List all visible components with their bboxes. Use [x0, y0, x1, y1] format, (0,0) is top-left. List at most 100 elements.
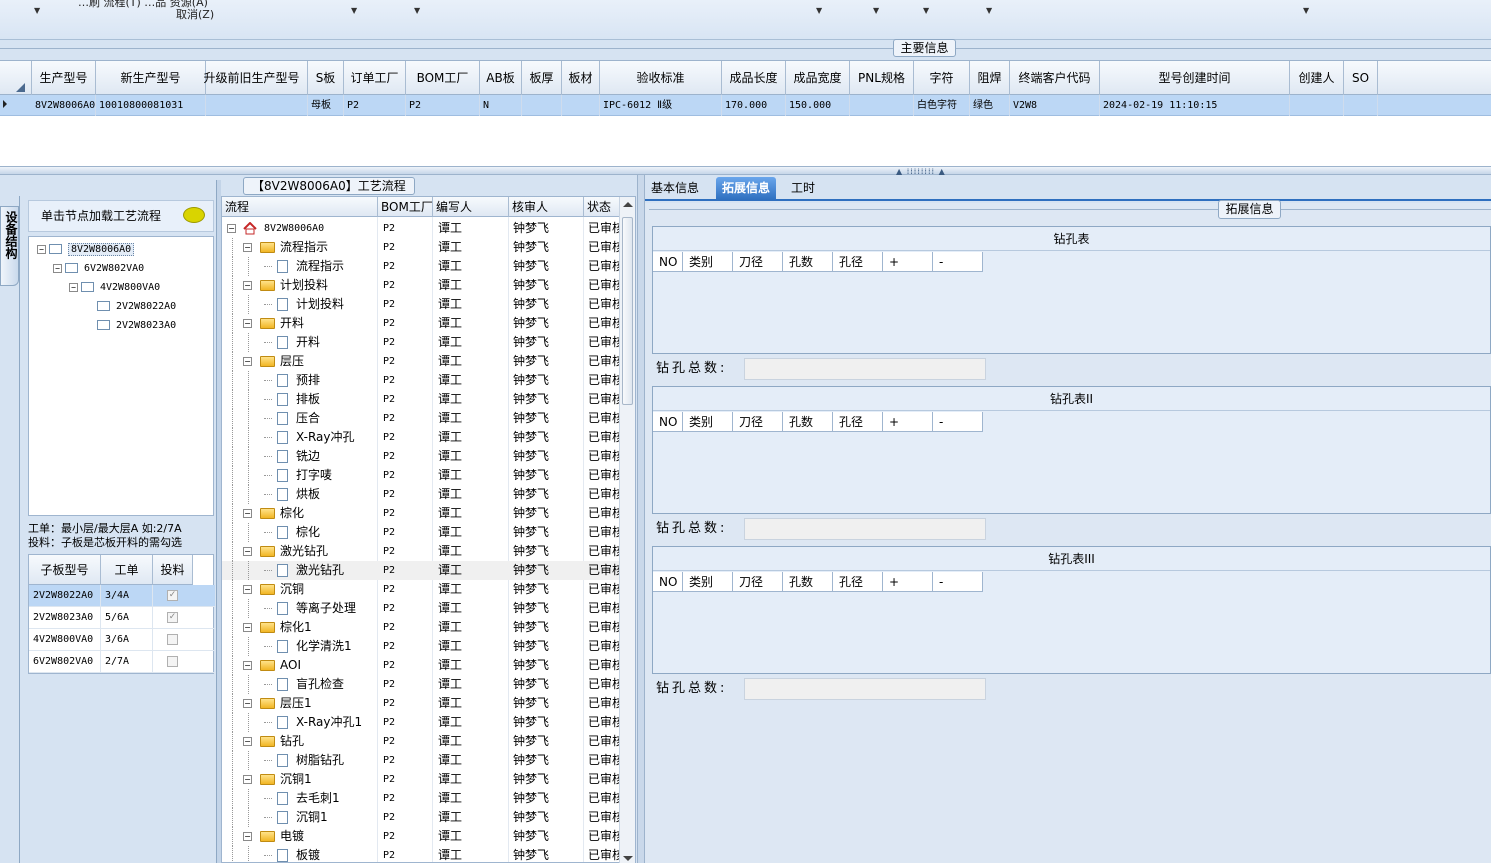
col-header[interactable]: 编写人 [433, 197, 509, 217]
tree-node[interactable]: 2V2W8022A0 [97, 298, 176, 316]
col-header[interactable]: AB板 [480, 61, 522, 95]
grid-cell[interactable] [196, 95, 308, 116]
col-header[interactable]: 型号创建时间 [1100, 61, 1290, 95]
col-header[interactable]: 核审人 [509, 197, 584, 217]
grid-cell[interactable]: 170.000 [722, 95, 786, 116]
flow-scrollbar[interactable] [619, 197, 635, 863]
grid-cell[interactable] [1290, 95, 1344, 116]
horizontal-splitter[interactable]: ▲ ⁞⁞⁞⁞⁞⁞⁞⁞ ▲ [0, 166, 1491, 176]
dropdown-arrow-icon[interactable]: ▼ [414, 6, 420, 15]
flow-tree-row[interactable]: 激光钻孔 P2 谭工 钟梦飞 已审核 [222, 561, 622, 580]
collapse-icon[interactable]: − [243, 832, 252, 841]
flow-tree-row[interactable]: − 计划投料 P2 谭工 钟梦飞 已审核 [222, 276, 622, 295]
tab-work-hours[interactable]: 工时 [785, 177, 821, 200]
col-header[interactable]: 板材 [562, 61, 600, 95]
add-row-button[interactable]: + [883, 572, 933, 592]
col-header[interactable]: 工单 [101, 555, 153, 585]
col-header[interactable]: 成品长度 [722, 61, 786, 95]
grid-cell[interactable]: P2 [344, 95, 406, 116]
feed-checkbox[interactable] [167, 634, 178, 645]
col-header[interactable]: 验收标准 [600, 61, 722, 95]
flow-tree-row[interactable]: − 沉铜 P2 谭工 钟梦飞 已审核 [222, 580, 622, 599]
flow-tree-row[interactable]: 铣边 P2 谭工 钟梦飞 已审核 [222, 447, 622, 466]
dropdown-arrow-icon[interactable]: ▼ [1303, 6, 1309, 15]
flow-tree-row[interactable]: 打字唛 P2 谭工 钟梦飞 已审核 [222, 466, 622, 485]
grid-cell[interactable] [522, 95, 562, 116]
flow-tree-row[interactable]: − 开料 P2 谭工 钟梦飞 已审核 [222, 314, 622, 333]
flow-tree-row[interactable]: 化学清洗1 P2 谭工 钟梦飞 已审核 [222, 637, 622, 656]
flow-tree-row[interactable]: − 层压 P2 谭工 钟梦飞 已审核 [222, 352, 622, 371]
tab-device-structure[interactable]: 设备结构 [0, 206, 19, 286]
grid-cell[interactable]: V2W8 [1010, 95, 1100, 116]
dropdown-arrow-icon[interactable]: ▼ [873, 6, 879, 15]
flow-tree-row[interactable]: − 流程指示 P2 谭工 钟梦飞 已审核 [222, 238, 622, 257]
flow-tree-row[interactable]: 盲孔检查 P2 谭工 钟梦飞 已审核 [222, 675, 622, 694]
grid-cell[interactable]: N [480, 95, 522, 116]
flow-tree-row[interactable]: − 沉铜1 P2 谭工 钟梦飞 已审核 [222, 770, 622, 789]
grid-cell[interactable] [850, 95, 914, 116]
collapse-icon[interactable]: − [243, 547, 252, 556]
flow-tree-row[interactable]: 流程指示 P2 谭工 钟梦飞 已审核 [222, 257, 622, 276]
collapse-icon[interactable]: − [243, 243, 252, 252]
flow-tree-row[interactable]: X-Ray冲孔1 P2 谭工 钟梦飞 已审核 [222, 713, 622, 732]
drill-total-field[interactable] [744, 678, 986, 700]
col-header[interactable]: 生产型号 [32, 61, 96, 95]
flow-tree-row[interactable]: 去毛刺1 P2 谭工 钟梦飞 已审核 [222, 789, 622, 808]
col-header[interactable]: 状态 [584, 197, 624, 217]
tree-node[interactable]: −4V2W800VA0 [69, 279, 160, 297]
drill-total-field[interactable] [744, 358, 986, 380]
flow-tree-row[interactable]: − 棕化1 P2 谭工 钟梦飞 已审核 [222, 618, 622, 637]
collapse-icon[interactable]: − [243, 699, 252, 708]
cancel-menu-item[interactable]: 取消(Z) [176, 6, 214, 22]
col-header[interactable]: BOM工厂 [406, 61, 480, 95]
grid-cell[interactable]: IPC-6012 Ⅱ级 [600, 95, 722, 116]
table-row[interactable]: 6V2W802VA0 2/7A [29, 651, 215, 673]
grid-cell[interactable]: 2024-02-19 11:10:15 [1100, 95, 1290, 116]
tab-basic-info[interactable]: 基本信息 [645, 177, 705, 200]
grid-cell[interactable] [1344, 95, 1378, 116]
tree-node[interactable]: −6V2W802VA0 [53, 260, 144, 278]
flow-tree-row[interactable]: − 钻孔 P2 谭工 钟梦飞 已审核 [222, 732, 622, 751]
grid-cell[interactable]: 150.000 [786, 95, 850, 116]
col-header[interactable]: 流程 [222, 197, 378, 217]
add-row-button[interactable]: + [883, 412, 933, 432]
collapse-icon[interactable]: − [243, 281, 252, 290]
flow-tree-row[interactable]: − 层压1 P2 谭工 钟梦飞 已审核 [222, 694, 622, 713]
flow-tree-row[interactable]: 预排 P2 谭工 钟梦飞 已审核 [222, 371, 622, 390]
grid-cell[interactable]: 绿色 [970, 95, 1010, 116]
collapse-icon[interactable]: − [243, 319, 252, 328]
flow-tree-row[interactable]: 烘板 P2 谭工 钟梦飞 已审核 [222, 485, 622, 504]
table-row[interactable]: 4V2W800VA0 3/6A [29, 629, 215, 651]
grid-cell[interactable]: 10010800081031 [96, 95, 206, 116]
collapse-icon[interactable]: − [243, 357, 252, 366]
drill-total-field[interactable] [744, 518, 986, 540]
flow-tree-row[interactable]: 棕化 P2 谭工 钟梦飞 已审核 [222, 523, 622, 542]
flow-tree-row[interactable]: − 激光钻孔 P2 谭工 钟梦飞 已审核 [222, 542, 622, 561]
table-row[interactable]: 8V2W8006A0 10010800081031 母板 P2 P2 N IPC-6012 … [0, 95, 1491, 116]
grid-cell[interactable]: 白色字符 [914, 95, 970, 116]
tree-node[interactable]: 2V2W8023A0 [97, 317, 176, 335]
col-header[interactable]: 板厚 [522, 61, 562, 95]
col-header[interactable]: 新生产型号 [96, 61, 206, 95]
remove-row-button[interactable]: - [933, 572, 983, 592]
flow-tree-row[interactable]: 计划投料 P2 谭工 钟梦飞 已审核 [222, 295, 622, 314]
grid-cell[interactable]: P2 [406, 95, 480, 116]
flow-tree-row[interactable]: 等离子处理 P2 谭工 钟梦飞 已审核 [222, 599, 622, 618]
flow-tree-row[interactable]: − 8V2W8006A0 P2 谭工 钟梦飞 已审核 [222, 219, 622, 238]
collapse-icon[interactable]: − [243, 775, 252, 784]
table-row[interactable]: 2V2W8022A0 3/4A ✓ [29, 585, 215, 607]
dropdown-arrow-icon[interactable]: ▼ [34, 6, 40, 15]
col-header[interactable]: 字符 [914, 61, 970, 95]
col-header[interactable]: BOM工厂 [378, 197, 433, 217]
col-header[interactable]: PNL规格 [850, 61, 914, 95]
tree-node[interactable]: −8V2W8006A0 [37, 241, 135, 259]
remove-row-button[interactable]: - [933, 252, 983, 272]
flow-tree-row[interactable]: 沉铜1 P2 谭工 钟梦飞 已审核 [222, 808, 622, 827]
col-header[interactable]: 子板型号 [29, 555, 101, 585]
collapse-icon[interactable]: − [243, 661, 252, 670]
col-header[interactable]: 阻焊 [970, 61, 1010, 95]
grid-cell[interactable]: 8V2W8006A0 [32, 95, 96, 116]
grid-cell[interactable] [562, 95, 600, 116]
collapse-icon[interactable]: − [243, 623, 252, 632]
vertical-splitter[interactable] [637, 175, 645, 863]
